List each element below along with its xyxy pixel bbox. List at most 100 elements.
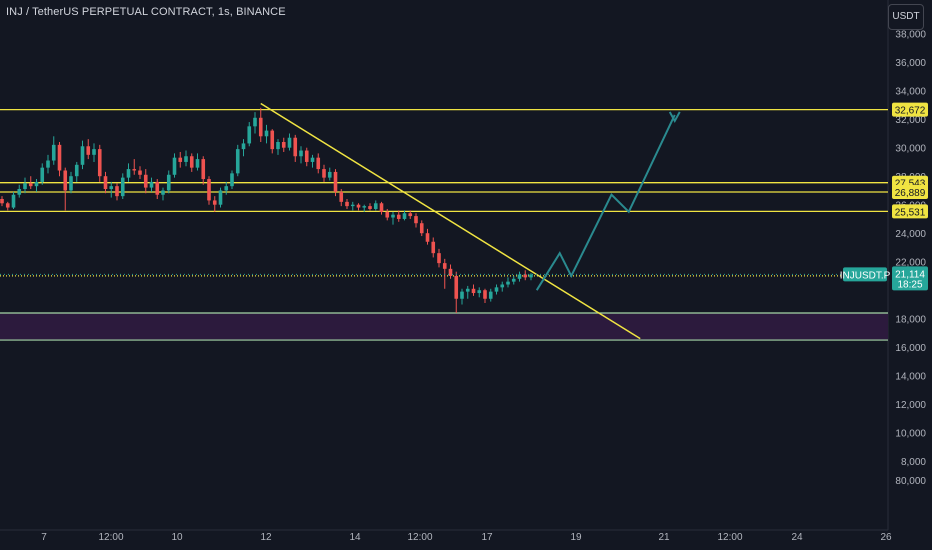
candle-body[interactable] [235,149,240,174]
candle-body[interactable] [120,177,125,197]
candle-body[interactable] [5,203,10,208]
candle-body[interactable] [322,169,326,178]
candle-body[interactable] [155,181,160,195]
candle-body[interactable] [442,263,447,269]
candle-body[interactable] [143,174,148,188]
candle-body[interactable] [138,170,142,175]
candle-body[interactable] [511,278,516,282]
current-price-tag[interactable]: 21,11418:25 [892,266,928,291]
candle-body[interactable] [40,167,45,182]
candle-body[interactable] [264,130,269,137]
candle-body[interactable] [379,203,384,212]
candle-body[interactable] [166,174,171,191]
candle-body[interactable] [201,159,206,180]
candle-body[interactable] [109,186,114,190]
candle-body[interactable] [373,203,378,209]
candle-body[interactable] [218,190,223,205]
candle-body[interactable] [149,181,154,188]
candle-body[interactable] [46,160,50,168]
candle-body[interactable] [529,274,533,278]
candle-body[interactable] [34,181,39,187]
candle-body[interactable] [517,274,522,279]
candle-body[interactable] [448,268,453,276]
candle-body[interactable] [103,176,108,190]
candle-body[interactable] [57,144,62,171]
candle-body[interactable] [74,164,79,177]
candle-body[interactable] [51,144,56,161]
candle-body[interactable] [161,190,165,195]
candle-body[interactable] [316,157,321,170]
candle-body[interactable] [304,150,309,162]
candle-body[interactable] [11,194,16,208]
candle-body[interactable] [63,170,68,191]
candle-body[interactable] [115,186,119,197]
candle-body[interactable] [126,169,131,178]
candle-body[interactable] [431,241,436,254]
candle-body[interactable] [28,183,33,187]
demand-zone[interactable] [0,313,888,341]
candle-body[interactable] [230,173,234,187]
candle-body[interactable] [460,291,464,299]
currency-button[interactable]: USDT [888,4,924,30]
candle-body[interactable] [224,186,229,191]
candle-body[interactable] [333,171,338,192]
candle-body[interactable] [241,143,246,150]
candle-body[interactable] [414,216,418,224]
candle-body[interactable] [488,291,493,299]
candle-body[interactable] [80,146,85,165]
candle-body[interactable] [425,233,430,242]
candle-body[interactable] [356,204,361,208]
candle-body[interactable] [327,171,332,178]
candle-body[interactable] [471,288,476,294]
candle-body[interactable] [258,117,263,137]
candle-body[interactable] [483,290,487,299]
candle-body[interactable] [494,287,499,292]
candle-body[interactable] [17,189,22,195]
candle-body[interactable] [189,156,194,168]
candle-body[interactable] [368,206,372,209]
symbol-tag[interactable]: INJUSDT.P [840,267,891,282]
candle-body[interactable] [396,214,401,219]
price-chart[interactable]: 38,00036,00034,00032,00030,00028,00026,0… [0,0,932,550]
candle-body[interactable] [92,149,96,155]
candle-body[interactable] [454,275,459,299]
candle-body[interactable] [247,126,252,144]
candle-body[interactable] [523,274,528,278]
candle-body[interactable] [207,179,211,201]
candle-body[interactable] [408,213,413,217]
candle-body[interactable] [345,201,349,207]
price-level-tag[interactable]: 26,889 [892,185,928,200]
candle-body[interactable] [402,213,407,219]
candle-body[interactable] [184,156,188,162]
price-level-tag[interactable]: 25,531 [892,204,928,219]
candle-body[interactable] [310,157,315,162]
candle-body[interactable] [419,223,424,234]
candle-body[interactable] [477,290,482,294]
candle-body[interactable] [0,199,4,204]
price-level-tag[interactable]: 32,672 [892,102,928,117]
candle-body[interactable] [86,146,91,155]
candle-body[interactable] [391,214,395,218]
candle-body[interactable] [253,117,257,127]
candle-body[interactable] [97,149,102,177]
candle-body[interactable] [287,137,292,148]
candle-body[interactable] [465,288,470,292]
candle-body[interactable] [132,169,137,171]
candle-body[interactable] [350,204,355,207]
candle-body[interactable] [299,150,303,157]
candle-body[interactable] [362,206,367,208]
candle-body[interactable] [276,142,280,150]
candle-body[interactable] [506,281,510,285]
candle-body[interactable] [270,130,275,150]
candle-body[interactable] [212,200,217,205]
candle-body[interactable] [23,183,27,190]
candle-body[interactable] [195,159,200,168]
candle-body[interactable] [69,176,73,191]
candle-body[interactable] [281,142,286,148]
candle-body[interactable] [172,157,177,175]
candle-body[interactable] [385,211,390,218]
candle-body[interactable] [437,253,441,264]
candle-body[interactable] [178,157,183,162]
candle-body[interactable] [293,137,298,157]
candle-body[interactable] [500,284,505,288]
